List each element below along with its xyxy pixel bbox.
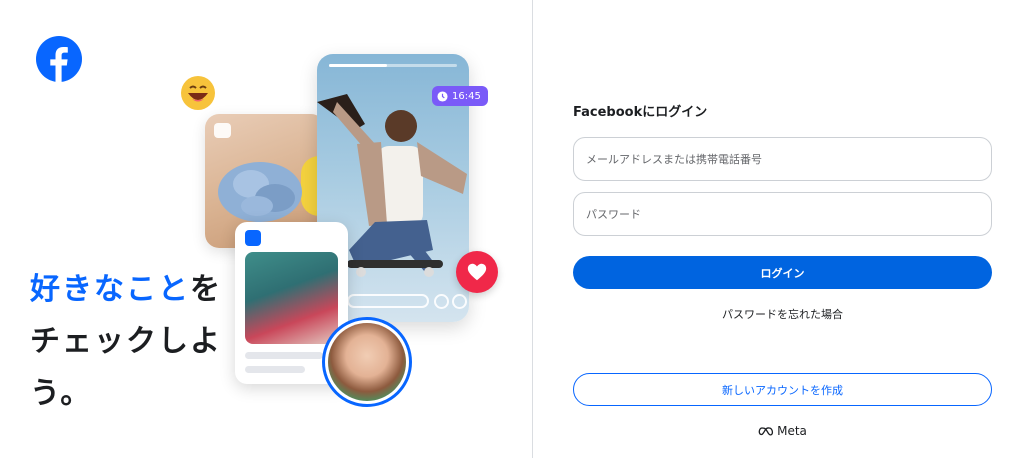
- facebook-logo-icon[interactable]: [36, 36, 82, 82]
- laughing-emoji-icon: [181, 76, 215, 110]
- tagline-line2: チェックしよ: [30, 324, 222, 359]
- time-badge: 16:45: [432, 86, 488, 106]
- meta-infinity-icon: [758, 426, 774, 436]
- video-caption-bar: [347, 294, 429, 308]
- hero-panel: 16:45 好きなことを チェックしよ う。: [0, 0, 532, 458]
- create-account-button[interactable]: 新しいアカウントを作成: [573, 373, 992, 406]
- clock-icon: [437, 90, 448, 102]
- shop-icon: [245, 230, 261, 246]
- avatar-photo: [328, 323, 406, 401]
- tagline-line1-rest: を: [190, 272, 222, 307]
- tagline-line3: う。: [30, 376, 93, 411]
- forgot-password-link[interactable]: パスワードを忘れた場合: [573, 306, 992, 322]
- hero-tagline: 好きなことを チェックしよ う。: [30, 264, 222, 420]
- login-title: Facebookにログイン: [573, 105, 708, 120]
- profile-avatar[interactable]: [322, 317, 412, 407]
- product-title-placeholder: [245, 352, 323, 359]
- meta-label: Meta: [777, 424, 807, 438]
- heart-icon: [467, 263, 487, 281]
- video-control-dot-1[interactable]: [434, 294, 449, 309]
- time-badge-label: 16:45: [452, 90, 481, 102]
- password-input[interactable]: [573, 192, 992, 236]
- email-input[interactable]: [573, 137, 992, 181]
- product-price-placeholder: [245, 366, 305, 373]
- meta-brand[interactable]: Meta: [573, 424, 992, 438]
- video-control-dot-2[interactable]: [452, 294, 467, 309]
- like-button[interactable]: [456, 251, 498, 293]
- tagline-accent: 好きなこと: [30, 272, 190, 307]
- login-panel: Facebookにログイン ログイン パスワードを忘れた場合 新しいアカウントを…: [533, 0, 1024, 458]
- login-button[interactable]: ログイン: [573, 256, 992, 289]
- product-image: [245, 252, 338, 344]
